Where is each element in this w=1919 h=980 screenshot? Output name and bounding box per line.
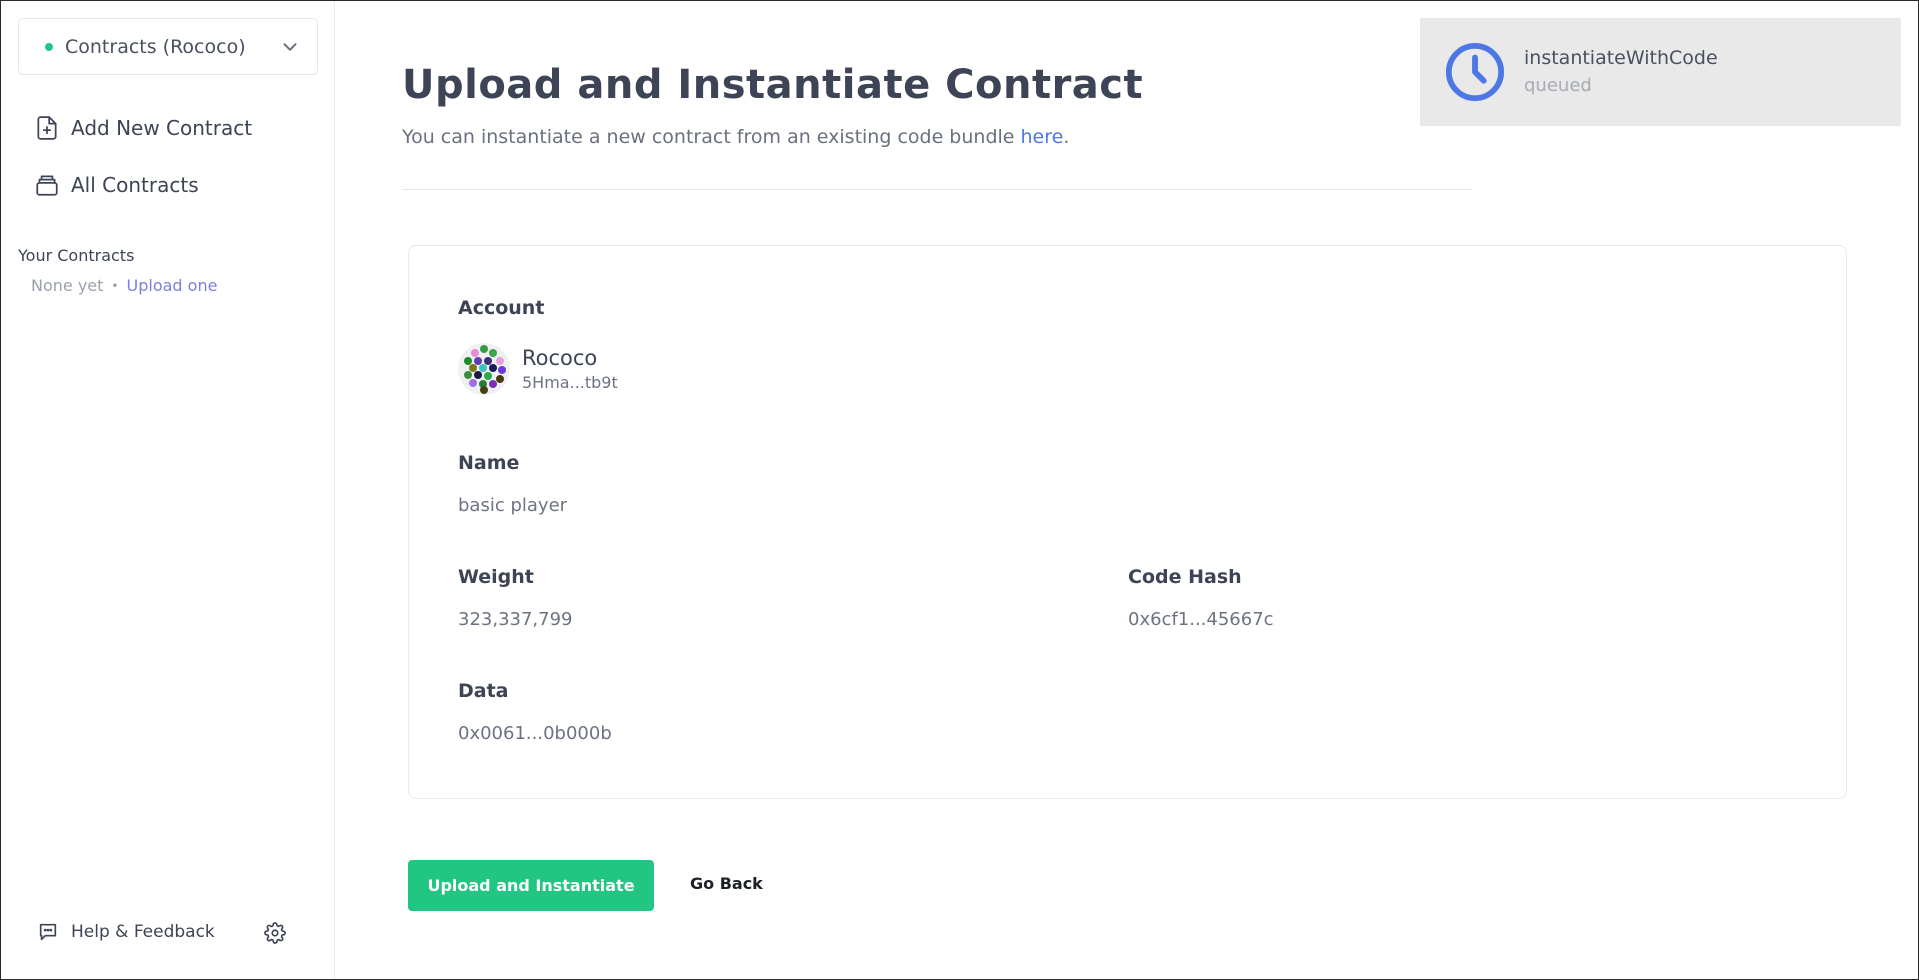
identicon-dot bbox=[474, 371, 482, 379]
header-divider bbox=[402, 189, 1472, 190]
account-label: Account bbox=[458, 297, 545, 319]
stack-icon bbox=[33, 171, 61, 199]
code-hash-value: 0x6cf1...45667c bbox=[1128, 609, 1274, 630]
go-back-button[interactable]: Go Back bbox=[690, 874, 763, 893]
nav-all-contracts[interactable]: All Contracts bbox=[33, 171, 199, 199]
identicon-dot bbox=[471, 349, 479, 357]
identicon-dot bbox=[480, 345, 488, 353]
page-title: Upload and Instantiate Contract bbox=[402, 62, 1144, 108]
identicon-dot bbox=[480, 386, 488, 394]
file-plus-icon bbox=[33, 114, 61, 142]
help-feedback-label: Help & Feedback bbox=[71, 922, 215, 942]
identicon-dot bbox=[484, 372, 492, 380]
your-contracts-empty: None yet • Upload one bbox=[31, 276, 217, 295]
identicon-dot bbox=[489, 349, 497, 357]
name-label: Name bbox=[458, 452, 520, 474]
status-dot bbox=[45, 42, 53, 51]
help-feedback-button[interactable]: Help & Feedback bbox=[37, 921, 215, 943]
account-name: Rococo bbox=[522, 346, 598, 370]
identicon-dot bbox=[498, 366, 506, 374]
your-contracts-title: Your Contracts bbox=[18, 246, 135, 265]
clock-icon bbox=[1445, 42, 1505, 102]
toast-status: queued bbox=[1524, 75, 1592, 96]
empty-text: None yet bbox=[31, 276, 104, 295]
description-text: You can instantiate a new contract from … bbox=[402, 126, 1021, 148]
weight-value: 323,337,799 bbox=[458, 609, 573, 630]
nav-all-contracts-label: All Contracts bbox=[71, 173, 199, 197]
toast-title: instantiateWithCode bbox=[1524, 47, 1718, 69]
here-link[interactable]: here bbox=[1021, 126, 1064, 148]
gear-icon[interactable] bbox=[264, 922, 286, 944]
page-description: You can instantiate a new contract from … bbox=[402, 126, 1069, 148]
nav-add-new-contract[interactable]: Add New Contract bbox=[33, 114, 252, 142]
name-value: basic player bbox=[458, 495, 568, 516]
chain-selector[interactable]: Contracts (Rococo) bbox=[18, 18, 318, 75]
account-text: Rococo 5Hma...tb9t bbox=[522, 344, 618, 394]
account-identicon bbox=[458, 343, 510, 395]
data-label: Data bbox=[458, 680, 509, 702]
upload-and-instantiate-button[interactable]: Upload and Instantiate bbox=[408, 860, 654, 911]
identicon-dot bbox=[489, 380, 497, 388]
upload-one-link[interactable]: Upload one bbox=[127, 276, 218, 295]
identicon-dot bbox=[464, 371, 472, 379]
data-value: 0x0061...0b000b bbox=[458, 723, 612, 744]
review-card: Account Rococo 5Hma...tb9t Name basic pl… bbox=[408, 245, 1847, 799]
account-address: 5Hma...tb9t bbox=[522, 373, 618, 392]
transaction-toast: instantiateWithCode queued bbox=[1420, 18, 1901, 126]
sidebar: Contracts (Rococo) Add New Contract All … bbox=[1, 1, 335, 979]
identicon-dot bbox=[496, 375, 504, 383]
account-display: Rococo 5Hma...tb9t bbox=[458, 343, 618, 395]
code-hash-label: Code Hash bbox=[1128, 566, 1242, 588]
chain-selector-label: Contracts (Rococo) bbox=[65, 35, 246, 58]
toast-text: instantiateWithCode queued bbox=[1524, 44, 1718, 100]
separator-dot: • bbox=[111, 278, 119, 293]
identicon-dot bbox=[469, 379, 477, 387]
description-suffix: . bbox=[1063, 126, 1070, 148]
identicon-dot bbox=[489, 364, 497, 372]
chevron-down-icon bbox=[283, 43, 297, 51]
weight-label: Weight bbox=[458, 566, 534, 588]
nav-add-new-contract-label: Add New Contract bbox=[71, 116, 253, 140]
chat-icon bbox=[39, 923, 57, 941]
identicon-dot bbox=[496, 357, 504, 365]
